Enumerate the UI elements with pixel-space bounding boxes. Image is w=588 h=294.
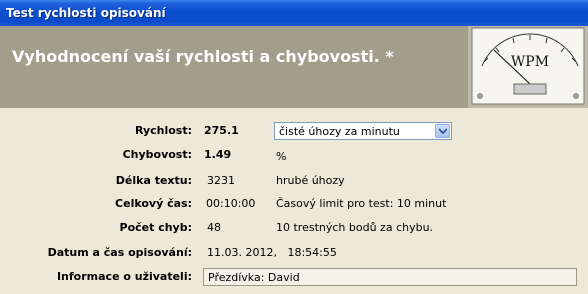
speed-unit-selected: čisté úhozy za minutu [279,125,400,138]
speed-label: Rychlost: [134,124,192,137]
mistakes-value: 48 [207,221,221,234]
length-label: Délka textu: [115,174,192,187]
datetime-label: Datum a čas opisování: [47,246,192,259]
datetime-value: 11.03. 2012, 18:54:55 [207,246,337,259]
length-unit: hrubé úhozy [276,174,345,187]
results-panel: Rychlost: 275.1 čisté úhozy za minutu Ch… [0,108,588,294]
mistakes-label: Počet chyb: [119,221,192,234]
chevron-down-icon[interactable] [435,124,450,138]
speed-unit-select[interactable]: čisté úhozy za minutu [274,122,452,140]
errors-value: 1.49 [204,148,232,161]
time-value: 00:10:00 [206,197,256,210]
errors-label: Chybovost: [122,148,192,161]
window-title: Test rychlosti opisování [6,6,166,20]
wpm-meter-image: WPM [468,26,588,108]
title-bar: Test rychlosti opisování [0,0,588,26]
page-title: Vyhodnocení vaší rychlosti a chybovosti.… [12,47,394,66]
user-info-value: Přezdívka: David [208,271,300,284]
speed-value: 275.1 [204,124,239,137]
length-value: 3231 [207,174,235,187]
errors-unit: % [276,150,287,163]
time-limit-note: Časový limit pro test: 10 minut [276,197,447,210]
mistakes-note: 10 trestných bodů za chybu. [276,221,434,234]
user-info-label: Informace o uživateli: [56,270,192,283]
user-info-field: Přezdívka: David [203,268,577,286]
time-label: Celkový čas: [115,197,192,210]
meter-label: WPM [511,54,549,70]
header-banner: Vyhodnocení vaší rychlosti a chybovosti.… [0,26,588,108]
